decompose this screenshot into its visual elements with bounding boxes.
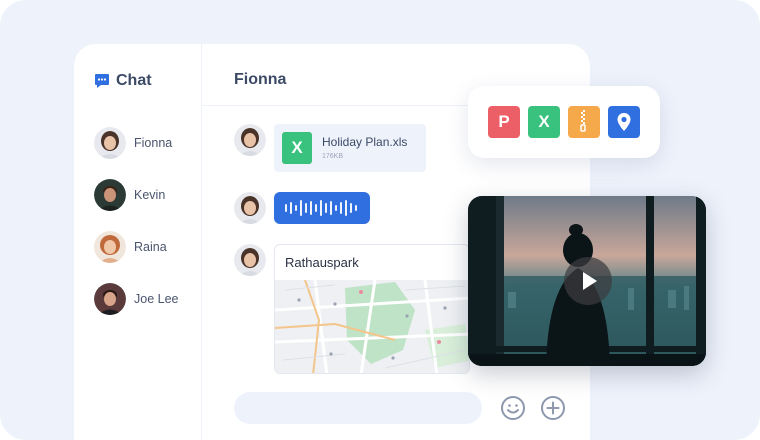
sidebar: Chat Fionna Kevin Raina Joe Lee [74, 44, 202, 440]
powerpoint-file-icon[interactable]: P [488, 106, 520, 138]
excel-file-icon[interactable]: X [528, 106, 560, 138]
contact-name: Joe Lee [134, 292, 179, 306]
file-message[interactable]: X Holiday Plan.xls 176KB [274, 124, 426, 172]
contact-item-raina[interactable]: Raina [94, 231, 167, 263]
zip-icon[interactable] [568, 106, 600, 138]
video-message[interactable] [468, 196, 706, 366]
avatar [234, 124, 266, 156]
file-types-card: P X [468, 86, 660, 158]
location-message[interactable]: Rathauspark [274, 244, 470, 374]
location-name: Rathauspark [285, 255, 359, 270]
contact-name: Raina [134, 240, 167, 254]
app-brand: Chat [94, 72, 152, 90]
zip-icon [580, 110, 586, 132]
chat-bubble-icon [95, 74, 109, 88]
avatar [94, 283, 126, 315]
contact-name: Kevin [134, 188, 166, 202]
avatar [234, 192, 266, 224]
avatar [94, 127, 126, 159]
add-icon[interactable] [540, 395, 566, 421]
contact-item-joe-lee[interactable]: Joe Lee [94, 283, 178, 315]
message-input[interactable] [234, 392, 482, 424]
file-size: 176KB [322, 153, 344, 160]
location-pin-icon[interactable] [608, 106, 640, 138]
waveform-icon [285, 200, 357, 216]
conversation-title: Fionna [234, 71, 287, 88]
contact-item-fionna[interactable]: Fionna [94, 127, 172, 159]
location-pin-icon [617, 113, 631, 131]
app-title: Chat [116, 72, 152, 89]
avatar [94, 179, 126, 211]
avatar [234, 244, 266, 276]
file-name: Holiday Plan.xls [322, 135, 408, 149]
play-icon [583, 272, 597, 290]
excel-file-icon: X [282, 132, 312, 164]
contact-item-kevin[interactable]: Kevin [94, 179, 165, 211]
map-thumbnail [275, 280, 469, 373]
play-button[interactable] [564, 257, 612, 305]
emoji-icon[interactable] [500, 395, 526, 421]
avatar [94, 231, 126, 263]
voice-message[interactable] [274, 192, 370, 224]
contact-name: Fionna [134, 136, 173, 150]
